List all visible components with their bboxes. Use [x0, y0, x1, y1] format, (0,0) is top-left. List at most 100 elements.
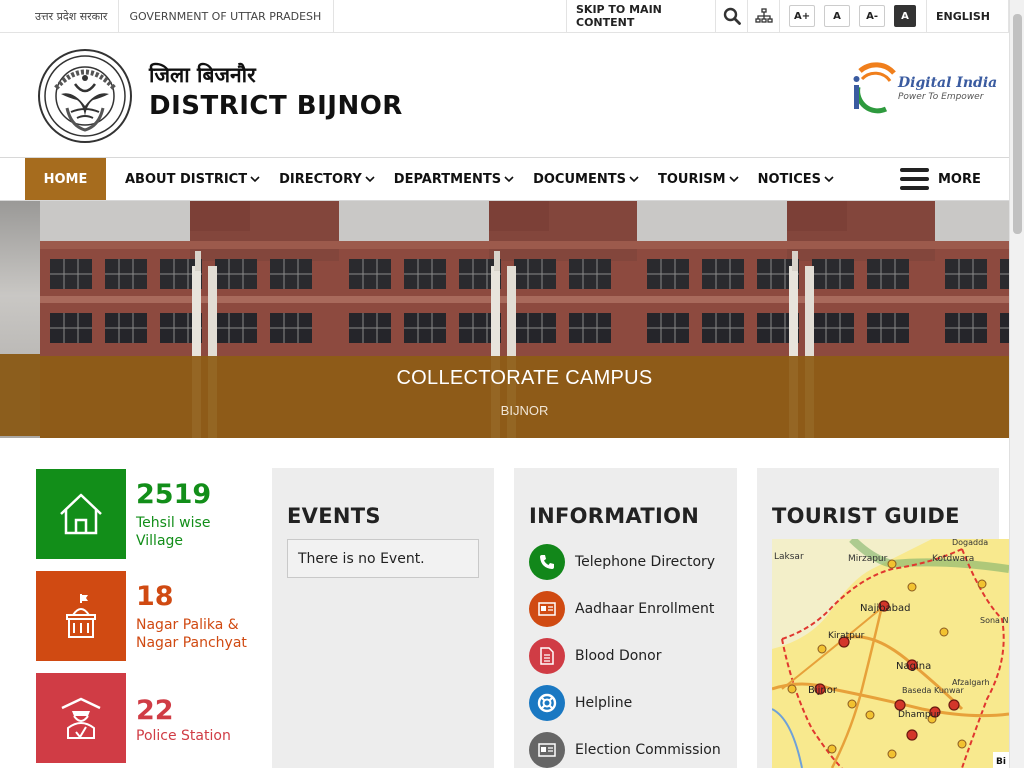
nav-about-district[interactable]: ABOUT DISTRICT	[125, 158, 260, 200]
tourist-guide-title: TOURIST GUIDE	[772, 504, 960, 528]
municipal-building-icon	[66, 594, 96, 638]
stat-value: 18	[136, 581, 174, 612]
high-contrast-button[interactable]: A	[894, 5, 917, 27]
map-label: Kiratpur	[828, 631, 865, 641]
map-label: Bi	[996, 757, 1006, 767]
map-label: Laksar	[774, 552, 804, 562]
font-decrease-button[interactable]: A-	[859, 5, 886, 27]
info-label: Election Commission	[575, 741, 721, 758]
information-list: Telephone Directory Aadhaar Enrollment B…	[529, 538, 721, 768]
stat-box-villages	[36, 469, 126, 559]
map-label: Dogadda	[952, 539, 988, 547]
banner-edge-caption	[0, 354, 40, 436]
banner-subtitle: BIJNOR	[500, 403, 549, 418]
map-label: Mirzapur	[848, 554, 888, 564]
house-icon	[60, 493, 102, 535]
page-scrollbar[interactable]	[1009, 0, 1024, 768]
top-utility-bar: उत्तर प्रदेश सरकार GOVERNMENT OF UTTAR P…	[0, 0, 1010, 33]
skip-to-main-content-link[interactable]: SKIP TO MAIN CONTENT	[566, 0, 717, 32]
chevron-down-icon	[365, 176, 375, 183]
info-blood-donor[interactable]: Blood Donor	[529, 632, 721, 679]
info-label: Helpline	[575, 694, 633, 711]
nav-item-label: ABOUT DISTRICT	[125, 171, 248, 187]
stat-value: 2519	[136, 479, 212, 510]
map-label: Sona Nadi	[980, 616, 1009, 625]
chevron-down-icon	[729, 176, 739, 183]
nav-item-label: TOURISM	[657, 171, 726, 187]
hamburger-menu-icon	[900, 168, 929, 190]
digital-india-emblem-icon	[853, 62, 896, 114]
nav-more-button[interactable]: MORE	[900, 158, 981, 200]
stat-police-station[interactable]: 22 Police Station	[36, 673, 256, 763]
nav-notices[interactable]: NOTICES	[758, 158, 834, 200]
nav-item-label: DOCUMENTS	[533, 171, 626, 187]
gov-hindi-link[interactable]: उत्तर प्रदेश सरकार	[0, 0, 120, 32]
info-label: Blood Donor	[575, 647, 662, 664]
banner-title: COLLECTORATE CAMPUS	[396, 367, 653, 389]
id-card-icon	[529, 731, 565, 768]
chevron-down-icon	[824, 176, 834, 183]
sitemap-icon	[754, 8, 773, 23]
nav-directory[interactable]: DIRECTORY	[279, 158, 375, 200]
digital-india-tagline: Power To Empower	[898, 92, 984, 102]
nav-departments[interactable]: DEPARTMENTS	[394, 158, 514, 200]
font-increase-button[interactable]: A+	[789, 5, 816, 27]
lifebuoy-icon	[529, 684, 565, 721]
site-title-hindi: जिला बिजनौर	[149, 63, 256, 87]
info-label: Aadhaar Enrollment	[575, 600, 715, 617]
map-label: Afzalgarh	[952, 678, 990, 687]
site-header: जिला बिजनौर DISTRICT BIJNOR Digital Indi…	[0, 33, 1009, 157]
sitemap-button[interactable]	[748, 0, 781, 32]
information-title: INFORMATION	[529, 504, 700, 528]
document-icon	[529, 637, 565, 674]
nav-item-label: NOTICES	[757, 171, 822, 187]
info-label: Telephone Directory	[575, 553, 716, 570]
tourist-map[interactable]: Laksar Mirzapur Kotdwara Dogadda Najibab…	[772, 539, 1009, 768]
stat-label: Tehsil wise Village	[136, 515, 211, 549]
font-normal-button[interactable]: A	[824, 5, 851, 27]
search-button[interactable]	[716, 0, 749, 32]
nav-more-label: MORE	[938, 171, 981, 187]
nav-item-label: DEPARTMENTS	[393, 171, 502, 187]
nav-documents[interactable]: DOCUMENTS	[533, 158, 639, 200]
stat-box-police-station	[36, 673, 126, 763]
info-aadhaar-enrollment[interactable]: Aadhaar Enrollment	[529, 585, 721, 632]
stat-box-nagar-palika	[36, 571, 126, 661]
info-election-commission[interactable]: Election Commission	[529, 726, 721, 768]
phone-icon	[529, 543, 565, 580]
chevron-down-icon	[250, 176, 260, 183]
police-icon	[61, 697, 101, 739]
info-telephone-directory[interactable]: Telephone Directory	[529, 538, 721, 585]
main-navigation: HOME ABOUT DISTRICT DIRECTORY DEPARTMENT…	[0, 157, 1009, 201]
search-icon	[723, 7, 741, 25]
events-title: EVENTS	[287, 504, 381, 528]
stat-value: 22	[136, 695, 174, 726]
banner-caption: COLLECTORATE CAMPUS BIJNOR	[40, 356, 1009, 438]
hero-banner-slider[interactable]: COLLECTORATE CAMPUS BIJNOR	[0, 201, 1009, 438]
nav-home[interactable]: HOME	[25, 158, 106, 200]
id-card-icon	[529, 590, 565, 627]
map-label: Bijnor	[808, 685, 838, 696]
language-selector[interactable]: ENGLISH	[927, 0, 1010, 32]
chevron-down-icon	[629, 176, 639, 183]
info-helpline[interactable]: Helpline	[529, 679, 721, 726]
stat-label: Nagar Palika & Nagar Panchyat	[136, 617, 247, 651]
nav-item-label: DIRECTORY	[279, 171, 362, 187]
site-title-english[interactable]: DISTRICT BIJNOR	[149, 91, 403, 121]
information-card: INFORMATION Telephone Directory Aadhaar …	[514, 468, 737, 768]
nav-tourism[interactable]: TOURISM	[658, 158, 739, 200]
digital-india-logo[interactable]: Digital India Power To Empower	[850, 61, 997, 117]
stat-villages[interactable]: 2519 Tehsil wise Village	[36, 469, 256, 559]
map-label: Kotdwara	[932, 554, 974, 564]
stat-label: Police Station	[136, 728, 231, 744]
map-label: Dhampur	[898, 710, 940, 720]
stat-nagar-palika[interactable]: 18 Nagar Palika & Nagar Panchyat	[36, 571, 256, 661]
font-size-controls: A+ A A- A	[780, 0, 928, 32]
up-government-emblem[interactable]	[37, 48, 133, 144]
map-label: Baseda Kunwar	[902, 686, 964, 695]
scrollbar-thumb[interactable]	[1013, 14, 1022, 234]
digital-india-title: Digital India	[898, 75, 998, 91]
no-event-message: There is no Event.	[287, 539, 479, 578]
chevron-down-icon	[504, 176, 514, 183]
gov-english-link[interactable]: GOVERNMENT OF UTTAR PRADESH	[119, 0, 335, 32]
